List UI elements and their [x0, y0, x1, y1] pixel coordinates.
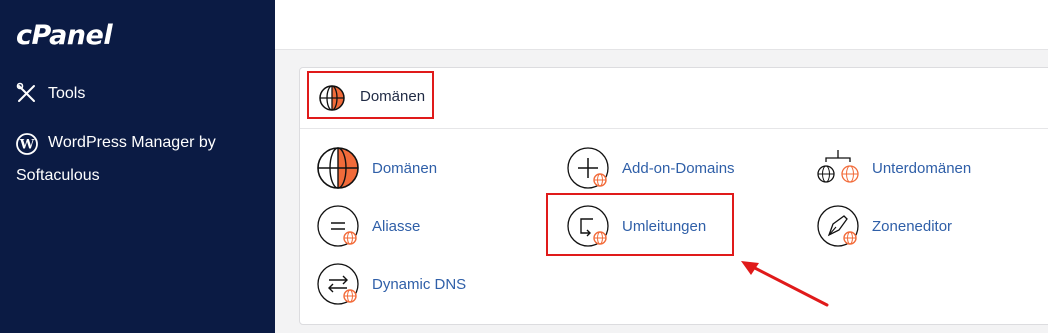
globe-icon [317, 147, 359, 189]
sidebar: cPanel Tools W WordPress Manager by Soft… [0, 0, 275, 333]
aliases-link[interactable]: Aliasse [316, 204, 420, 248]
annotation-arrow-icon [741, 261, 829, 307]
domains-link[interactable]: Domänen [316, 146, 437, 190]
svg-text:W: W [19, 138, 35, 153]
alias-icon [317, 205, 359, 247]
sidebar-item-tools[interactable]: Tools [16, 82, 85, 110]
sidebar-item-label: Tools [48, 85, 86, 102]
dynamic-dns-label: Dynamic DNS [372, 275, 467, 293]
addon-domains-link[interactable]: Add-on-Domains [566, 146, 735, 190]
header-highlight-box: Domänen [307, 71, 434, 119]
domains-label: Domänen [372, 159, 438, 177]
plus-globe-icon [567, 147, 609, 189]
globe-icon [319, 85, 345, 111]
dynamic-dns-link[interactable]: Dynamic DNS [316, 262, 466, 306]
dynamic-dns-icon [317, 263, 359, 305]
wordpress-icon: W [16, 133, 38, 155]
top-bar [275, 0, 1048, 50]
cpanel-logo[interactable]: cPanel [16, 20, 113, 51]
tools-icon [16, 82, 35, 102]
zone-editor-label: Zoneneditor [872, 217, 953, 235]
sidebar-item-label: WordPress Manager by [48, 134, 216, 151]
panel-header[interactable]: Domänen [300, 68, 1048, 129]
panel-title: Domänen [360, 88, 426, 105]
addon-domains-label: Add-on-Domains [622, 159, 735, 177]
subdomain-icon [817, 150, 859, 183]
subdomains-link[interactable]: Unterdomänen [816, 146, 971, 190]
aliases-label: Aliasse [372, 217, 421, 235]
sidebar-item-label: Softaculous [16, 167, 100, 184]
zone-editor-link[interactable]: Zoneneditor [816, 204, 952, 248]
zone-editor-icon [817, 205, 859, 247]
redirects-highlight-box [546, 193, 734, 256]
subdomains-label: Unterdomänen [872, 159, 972, 177]
